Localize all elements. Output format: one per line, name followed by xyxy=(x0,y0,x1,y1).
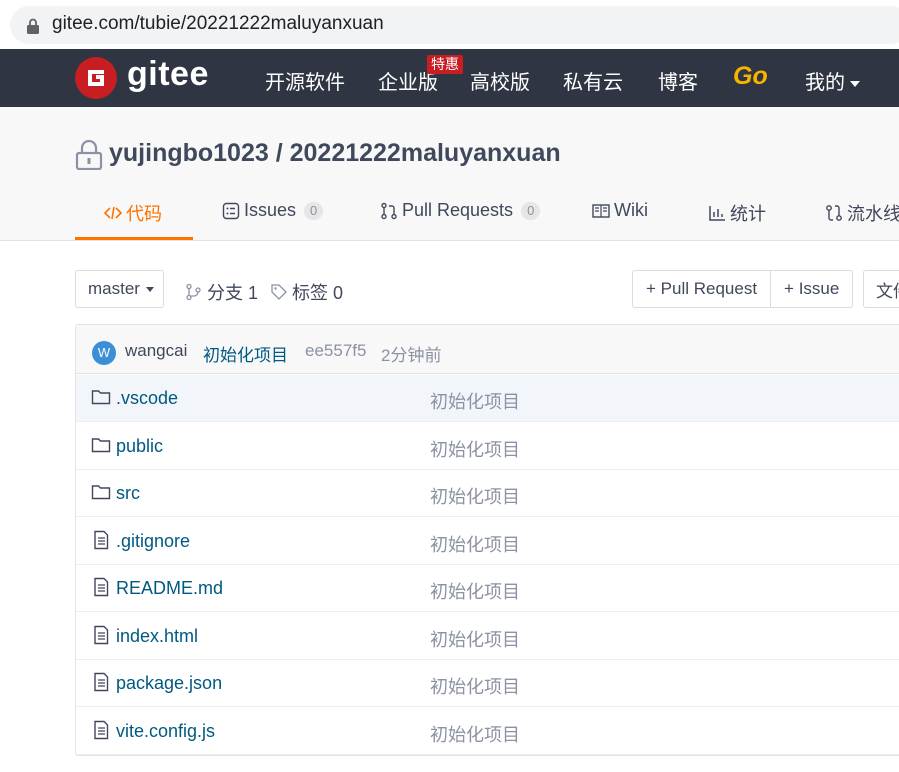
tags-count: 标签 0 xyxy=(292,283,344,303)
new-pull-request-button[interactable]: + Pull Request xyxy=(632,270,772,308)
code-icon xyxy=(104,206,122,220)
latest-commit-bar xyxy=(76,325,899,374)
file-commit-message[interactable]: 初始化项目 xyxy=(430,578,520,604)
action-button-group: + Pull Request + Issue xyxy=(632,270,854,308)
tab-statistics[interactable]: 统计 xyxy=(708,200,766,226)
tab-wiki[interactable]: Wiki xyxy=(592,200,648,221)
file-name-link[interactable]: vite.config.js xyxy=(116,721,215,742)
nav-private-cloud[interactable]: 私有云 xyxy=(563,66,623,95)
lock-icon xyxy=(27,18,39,34)
file-commit-message[interactable]: 初始化项目 xyxy=(430,626,520,652)
tab-code-label: 代码 xyxy=(126,204,162,224)
private-lock-icon xyxy=(75,140,103,170)
nav-education[interactable]: 高校版 xyxy=(470,66,530,95)
folder-icon xyxy=(91,482,111,502)
commit-message[interactable]: 初始化项目 xyxy=(203,341,288,366)
commit-time: 2分钟前 xyxy=(381,346,442,365)
file-icon xyxy=(91,672,111,692)
file-menu-button[interactable]: 文件 xyxy=(863,270,899,308)
pipeline-icon xyxy=(826,205,842,221)
nav-blog[interactable]: 博客 xyxy=(658,66,698,95)
new-issue-button[interactable]: + Issue xyxy=(771,270,854,308)
tag-icon xyxy=(271,284,287,300)
tab-wiki-label: Wiki xyxy=(614,200,648,220)
file-icon xyxy=(91,625,111,645)
file-name-link[interactable]: README.md xyxy=(116,578,223,599)
tab-statistics-label: 统计 xyxy=(730,204,766,224)
promo-badge: 特惠 xyxy=(427,55,463,74)
file-name-link[interactable]: package.json xyxy=(116,673,222,694)
nav-open-source[interactable]: 开源软件 xyxy=(265,66,345,95)
tab-pull-requests[interactable]: Pull Requests 0 xyxy=(380,200,541,221)
file-commit-message[interactable]: 初始化项目 xyxy=(430,531,520,557)
folder-icon xyxy=(91,387,111,407)
branches-count: 分支 1 xyxy=(207,283,259,303)
chevron-down-icon xyxy=(145,286,154,292)
tab-pipeline-label: 流水线 xyxy=(847,204,899,224)
repo-separator: / xyxy=(268,139,290,167)
tab-issues-label: Issues xyxy=(244,200,297,220)
file-commit-message[interactable]: 初始化项目 xyxy=(430,673,520,699)
branch-selector-label: master xyxy=(88,279,140,298)
file-commit-message[interactable]: 初始化项目 xyxy=(430,388,520,414)
folder-icon xyxy=(91,435,111,455)
repo-owner[interactable]: yujingbo1023 xyxy=(109,139,269,167)
tags-link[interactable]: 标签 0 xyxy=(270,279,343,305)
branches-link[interactable]: 分支 1 xyxy=(185,279,258,305)
nav-go[interactable]: Go xyxy=(733,62,768,91)
file-icon xyxy=(91,530,111,550)
bar-chart-icon xyxy=(709,206,725,221)
file-commit-message[interactable]: 初始化项目 xyxy=(430,436,520,462)
pull-requests-count-badge: 0 xyxy=(521,201,541,220)
file-icon xyxy=(91,720,111,740)
pull-request-icon xyxy=(381,202,397,219)
branch-selector[interactable]: master xyxy=(75,270,164,308)
tab-code[interactable]: 代码 xyxy=(104,200,162,226)
tab-issues[interactable]: Issues 0 xyxy=(222,200,324,221)
gitee-logo-text[interactable]: gitee xyxy=(127,55,209,94)
active-tab-indicator xyxy=(75,237,193,240)
file-commit-message[interactable]: 初始化项目 xyxy=(430,721,520,747)
issues-count-badge: 0 xyxy=(304,201,324,220)
file-name-link[interactable]: .vscode xyxy=(116,388,178,409)
commit-author[interactable]: wangcai xyxy=(125,341,187,361)
tab-pipeline[interactable]: 流水线 xyxy=(825,200,899,226)
file-name-link[interactable]: index.html xyxy=(116,626,198,647)
branch-icon xyxy=(186,283,201,301)
file-commit-message[interactable]: 初始化项目 xyxy=(430,483,520,509)
book-icon xyxy=(592,203,610,218)
url-text[interactable]: gitee.com/tubie/20221222maluyanxuan xyxy=(52,13,384,35)
chevron-down-icon xyxy=(850,80,860,87)
file-name-link[interactable]: src xyxy=(116,483,140,504)
commit-hash[interactable]: ee557f5 xyxy=(305,341,366,361)
gitee-logo-icon[interactable] xyxy=(75,57,117,99)
tab-pull-requests-label: Pull Requests xyxy=(402,200,514,220)
nav-mine-label: 我的 xyxy=(805,72,845,94)
nav-mine-menu[interactable]: 我的 xyxy=(805,66,860,95)
repo-title[interactable]: yujingbo1023 / 20221222maluyanxuan xyxy=(109,139,561,168)
file-name-link[interactable]: public xyxy=(116,436,163,457)
repo-name[interactable]: 20221222maluyanxuan xyxy=(290,139,561,167)
file-icon xyxy=(91,577,111,597)
file-name-link[interactable]: .gitignore xyxy=(116,531,190,552)
avatar[interactable]: W xyxy=(92,341,116,365)
issues-icon xyxy=(222,202,240,219)
